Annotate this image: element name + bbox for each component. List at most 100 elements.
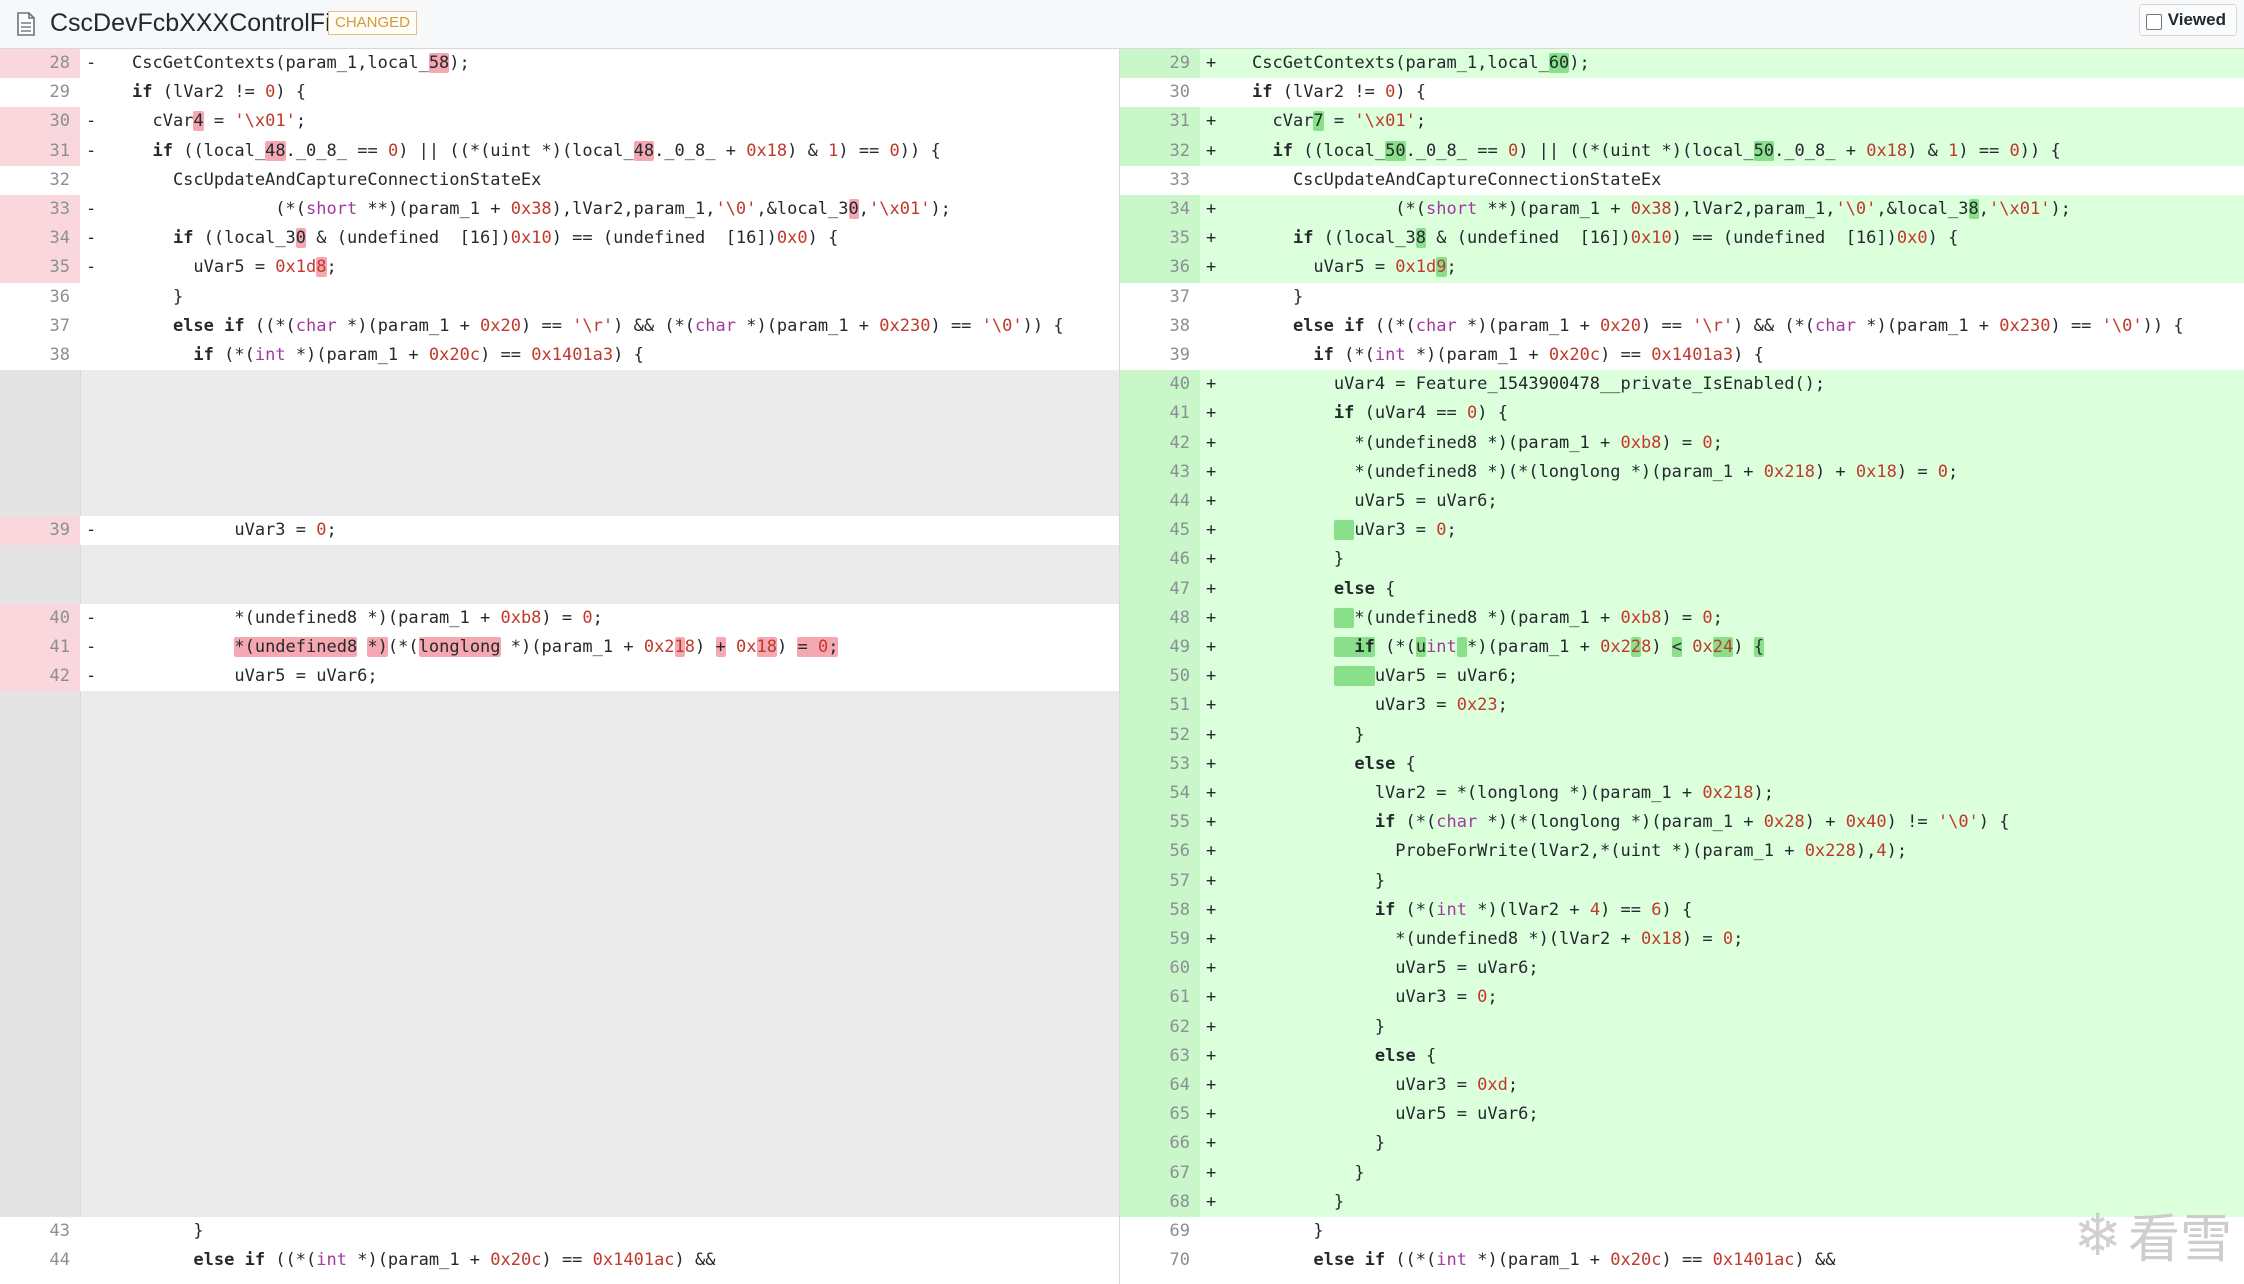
diff-row-empty xyxy=(0,779,1120,809)
code-line: uVar5 = uVar6; xyxy=(1252,958,1539,979)
line-number[interactable]: 70 xyxy=(1120,1246,1200,1275)
code-line: uVar5 = uVar6; xyxy=(1252,491,1498,511)
line-number[interactable]: 38 xyxy=(1120,312,1200,341)
line-number[interactable]: 35 xyxy=(0,253,80,282)
line-number[interactable]: 57 xyxy=(1120,867,1200,896)
right-diff-row: 37 } xyxy=(1120,283,2244,312)
line-number[interactable]: 43 xyxy=(0,1217,80,1246)
line-number[interactable]: 41 xyxy=(0,633,80,662)
line-number[interactable]: 39 xyxy=(0,516,80,545)
code-line: } xyxy=(1252,1133,1386,1154)
line-number[interactable]: 31 xyxy=(1120,107,1200,136)
line-number[interactable]: 51 xyxy=(1120,691,1200,720)
line-gutter xyxy=(0,1071,81,1101)
line-number[interactable]: 41 xyxy=(1120,399,1200,428)
line-number[interactable]: 44 xyxy=(1120,487,1200,516)
line-number[interactable]: 43 xyxy=(1120,458,1200,487)
line-number[interactable]: 30 xyxy=(0,107,80,136)
line-gutter xyxy=(0,487,81,517)
line-number[interactable]: 66 xyxy=(1120,1129,1200,1158)
line-number[interactable]: 33 xyxy=(1120,166,1200,195)
diff-right-pane: 29 + CscGetContexts(param_1,local_60); 30 if… xyxy=(1120,49,2244,1284)
line-number[interactable]: 44 xyxy=(0,1246,80,1275)
line-number[interactable]: 46 xyxy=(1120,545,1200,574)
line-number[interactable]: 53 xyxy=(1120,750,1200,779)
line-number[interactable]: 40 xyxy=(1120,370,1200,399)
code-line: uVar3 = 0xd; xyxy=(1252,1075,1519,1095)
line-number[interactable]: 64 xyxy=(1120,1071,1200,1100)
line-number[interactable]: 54 xyxy=(1120,779,1200,808)
line-number[interactable]: 40 xyxy=(0,604,80,633)
left-diff-row: 44 else if ((*(int *)(param_1 + 0x20c) =… xyxy=(0,1246,1120,1275)
line-number[interactable]: 39 xyxy=(1120,341,1200,370)
diff-row-empty xyxy=(0,1100,1120,1130)
line-number[interactable]: 56 xyxy=(1120,837,1200,866)
line-gutter xyxy=(0,545,81,575)
line-number[interactable]: 42 xyxy=(0,662,80,691)
code-line: *(undefined8 *)(lVar2 + 0x18) = 0; xyxy=(1252,929,1744,949)
left-diff-row: 35- uVar5 = 0x1d8; xyxy=(0,253,1120,283)
diff-sign: + xyxy=(1206,870,1217,891)
line-number[interactable]: 31 xyxy=(0,137,80,166)
line-number[interactable]: 48 xyxy=(1120,604,1200,633)
code-line: if (lVar2 != 0) { xyxy=(132,82,307,103)
line-number[interactable]: 61 xyxy=(1120,983,1200,1012)
line-number[interactable]: 36 xyxy=(0,283,80,312)
line-number[interactable]: 55 xyxy=(1120,808,1200,837)
line-number[interactable]: 36 xyxy=(1120,253,1200,282)
line-number[interactable]: 35 xyxy=(1120,224,1200,253)
left-diff-row: 29 if (lVar2 != 0) { xyxy=(0,78,1120,107)
line-number[interactable]: 62 xyxy=(1120,1013,1200,1042)
right-diff-row: 34 + (*(short **)(param_1 + 0x38),lVar2,p… xyxy=(1120,195,2244,225)
line-number[interactable]: 52 xyxy=(1120,721,1200,750)
code-line: uVar5 = uVar6; xyxy=(1252,1104,1539,1125)
line-number[interactable]: 63 xyxy=(1120,1042,1200,1071)
line-number[interactable]: 37 xyxy=(1120,283,1200,312)
diff-row-empty xyxy=(0,1012,1120,1042)
code-line: uVar3 = 0; xyxy=(132,520,337,541)
line-number[interactable]: 47 xyxy=(1120,575,1200,604)
line-number[interactable]: 29 xyxy=(1120,49,1200,78)
line-number[interactable]: 60 xyxy=(1120,954,1200,983)
right-diff-row: 59 + *(undefined8 *)(lVar2 + 0x18) = 0; xyxy=(1120,925,2244,955)
diff-sign: - xyxy=(86,140,97,161)
viewed-toggle[interactable]: Viewed xyxy=(2138,4,2237,36)
line-number[interactable]: 69 xyxy=(1120,1217,1200,1246)
line-gutter xyxy=(0,895,81,925)
diff-row-empty xyxy=(0,983,1120,1013)
diff-sign: + xyxy=(1206,753,1217,774)
line-number[interactable]: 49 xyxy=(1120,633,1200,662)
line-number[interactable]: 45 xyxy=(1120,516,1200,545)
viewed-checkbox[interactable] xyxy=(2145,14,2162,30)
right-diff-row: 49 + if (*(uint *)(param_1 + 0x228) < 0x2… xyxy=(1120,633,2244,663)
line-number[interactable]: 30 xyxy=(1120,78,1200,107)
line-number[interactable]: 29 xyxy=(0,78,80,107)
line-number[interactable]: 38 xyxy=(0,341,80,370)
right-diff-row: 42 + *(undefined8 *)(param_1 + 0xb8) = 0; xyxy=(1120,428,2244,458)
line-number[interactable]: 50 xyxy=(1120,662,1200,691)
line-number[interactable]: 28 xyxy=(0,49,80,78)
code-line: } xyxy=(132,286,184,307)
line-number[interactable]: 37 xyxy=(0,312,80,341)
line-number[interactable]: 58 xyxy=(1120,896,1200,925)
line-number[interactable]: 33 xyxy=(0,195,80,224)
watermark: ❄ 看雪 xyxy=(2073,1197,2232,1272)
file-name[interactable]: CscDevFcbXXXControlFile xyxy=(50,9,350,38)
line-number[interactable]: 34 xyxy=(1120,195,1200,224)
diff-sign: + xyxy=(1206,549,1217,570)
left-diff-row: 41- *(undefined8 *)(*(longlong *)(param_… xyxy=(0,633,1120,663)
line-number[interactable]: 65 xyxy=(1120,1100,1200,1129)
line-number[interactable]: 42 xyxy=(1120,429,1200,458)
code-line: } xyxy=(1252,1162,1365,1183)
left-diff-row: 32 CscUpdateAndCaptureConnectionStateEx xyxy=(0,166,1120,195)
diff-sign: + xyxy=(1206,929,1217,949)
right-diff-row: 51 + uVar3 = 0x23; xyxy=(1120,691,2244,721)
line-number[interactable]: 67 xyxy=(1120,1159,1200,1188)
line-number[interactable]: 68 xyxy=(1120,1188,1200,1217)
line-number[interactable]: 32 xyxy=(0,166,80,195)
diff-sign: + xyxy=(1206,1104,1217,1125)
right-diff-row: 63 + else { xyxy=(1120,1041,2244,1071)
line-number[interactable]: 59 xyxy=(1120,925,1200,954)
line-number[interactable]: 34 xyxy=(0,224,80,253)
line-number[interactable]: 32 xyxy=(1120,137,1200,166)
